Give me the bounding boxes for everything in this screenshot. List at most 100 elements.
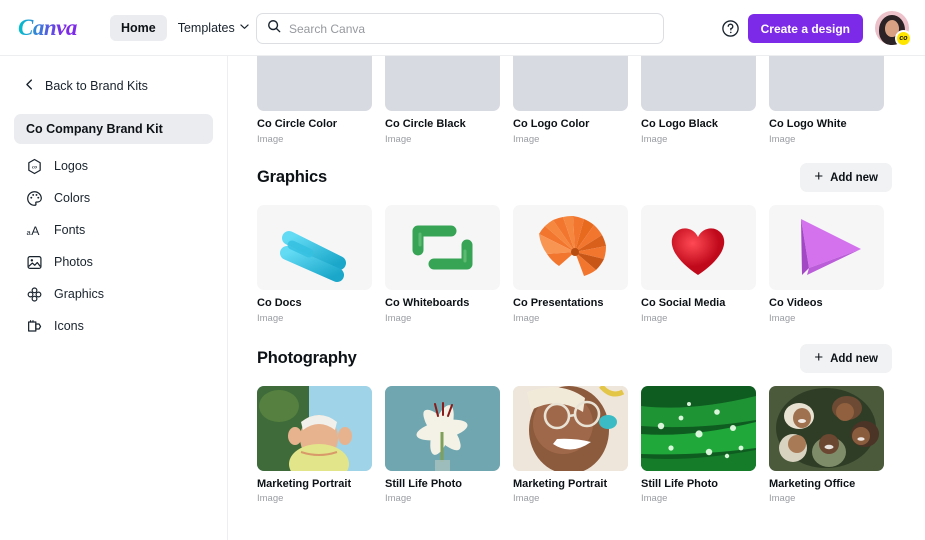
add-new-graphics-button[interactable]: + Add new <box>800 163 892 193</box>
asset-card[interactable]: Co Whiteboards Image <box>385 204 500 324</box>
canva-logo-text: Canva <box>18 14 77 40</box>
asset-card[interactable]: Co Docs Image <box>257 204 372 324</box>
asset-thumbnail <box>385 385 500 471</box>
logos-grid: co Co Circle Color Image co Co Circle Bl… <box>257 56 892 145</box>
asset-title: Co Videos <box>769 296 823 309</box>
sidebar-item-graphics[interactable]: Graphics <box>14 278 213 310</box>
asset-card[interactable]: Marketing Office Image <box>769 385 884 505</box>
asset-subtitle: Image <box>513 493 540 505</box>
sidebar-item-colors[interactable]: Colors <box>14 182 213 214</box>
sticker-icon <box>26 318 43 335</box>
photography-section-header: Photography + Add new <box>257 344 892 374</box>
nav-templates[interactable]: Templates <box>167 15 259 41</box>
group-photo <box>769 385 884 471</box>
asset-subtitle: Image <box>385 133 412 145</box>
asset-title: Co Social Media <box>641 296 726 309</box>
avatar[interactable]: co <box>875 11 912 47</box>
asset-thumbnail <box>257 385 372 471</box>
asset-subtitle: Image <box>641 493 668 505</box>
asset-card[interactable]: Co Videos Image <box>769 204 884 324</box>
search-placeholder: Search Canva <box>289 21 366 36</box>
nav-home[interactable]: Home <box>110 14 167 41</box>
chevron-down-icon <box>240 22 249 30</box>
asset-card[interactable]: Still Life Photo Image <box>641 385 756 505</box>
sidebar-item-fonts[interactable]: aA Fonts <box>14 214 213 246</box>
create-a-design-button[interactable]: Create a design <box>747 14 863 43</box>
sidebar-item-brand-kit[interactable]: Co Company Brand Kit <box>14 114 213 144</box>
asset-card[interactable]: Co Presentations Image <box>513 204 628 324</box>
asset-title: Co Presentations <box>513 296 604 309</box>
asset-card[interactable]: Co Social Media Image <box>641 204 756 324</box>
asset-thumbnail <box>769 204 884 290</box>
svg-text:co: co <box>32 164 37 170</box>
asset-thumbnail <box>257 204 372 290</box>
plus-icon: + <box>814 168 824 186</box>
asset-title: Co Logo White <box>769 118 847 130</box>
section-title: Graphics <box>257 168 327 187</box>
sidebar-item-logos[interactable]: co Logos <box>14 150 213 182</box>
asset-title: Marketing Portrait <box>257 477 352 490</box>
nav-home-label: Home <box>121 20 156 35</box>
sidebar: Back to Brand Kits Co Company Brand Kit … <box>0 56 228 540</box>
asset-subtitle: Image <box>257 133 284 145</box>
sidebar-item-photos-label: Photos <box>54 255 93 269</box>
sidebar-item-colors-label: Colors <box>54 191 91 205</box>
sidebar-item-photos[interactable]: Photos <box>14 246 213 278</box>
search-icon <box>267 19 281 38</box>
sidebar-item-icons-label: Icons <box>54 319 84 333</box>
asset-title: Still Life Photo <box>385 477 462 490</box>
asset-thumbnail: co <box>385 56 500 111</box>
graphics-grid: Co Docs Image Co Whiteboards Image Co Pr… <box>257 204 892 324</box>
asset-subtitle: Image <box>513 312 540 324</box>
asset-card[interactable]: Marketing Portrait Image <box>257 385 372 504</box>
sidebar-item-fonts-label: Fonts <box>54 223 86 237</box>
asset-title: Co Circle Color <box>257 118 338 130</box>
portrait-photo-1 <box>257 385 372 471</box>
social-media-heart-shape <box>671 228 725 275</box>
sidebar-item-logos-label: Logos <box>54 159 89 173</box>
photo-icon <box>26 254 43 271</box>
hexagon-logo-icon: co <box>26 158 43 175</box>
graphics-section-header: Graphics + Add new <box>257 163 892 193</box>
asset-thumbnail <box>385 204 500 290</box>
nav-templates-label: Templates <box>177 20 235 35</box>
asset-card[interactable]: co Co Logo White Image <box>769 56 884 145</box>
asset-card[interactable]: Marketing Portrait Image <box>513 385 628 505</box>
presentations-3d-shape <box>539 215 607 276</box>
asset-thumbnail <box>513 385 628 471</box>
asset-thumbnail <box>769 385 884 471</box>
asset-card[interactable]: Still Life Photo Image <box>385 385 500 505</box>
asset-subtitle: Image <box>385 312 412 324</box>
font-size-icon: aA <box>26 222 43 239</box>
sidebar-item-icons[interactable]: Icons <box>14 310 213 342</box>
asset-thumbnail: co <box>769 56 884 111</box>
app-header: Canva Home Templates Search Canva Create… <box>0 0 925 56</box>
photography-grid: Marketing Portrait Image Still Life Phot… <box>257 385 892 505</box>
asset-card[interactable]: co Co Logo Black Image <box>641 56 756 145</box>
asset-subtitle: Image <box>769 493 796 505</box>
asset-thumbnail: co <box>257 56 372 111</box>
canva-logo[interactable]: Canva <box>0 15 110 41</box>
search-input[interactable]: Search Canva <box>256 13 664 44</box>
asset-thumbnail <box>641 385 756 471</box>
portrait-photo-2 <box>513 385 628 471</box>
help-icon[interactable] <box>719 17 741 39</box>
asset-card[interactable]: co Co Circle Black Image <box>385 56 500 145</box>
back-to-brand-kits-button[interactable]: Back to Brand Kits <box>0 72 227 100</box>
asset-title: Marketing Office <box>769 477 856 490</box>
asset-subtitle: Image <box>513 133 540 145</box>
asset-card[interactable]: co Co Circle Color Image <box>257 56 372 145</box>
add-new-label: Add new <box>830 352 878 365</box>
asset-subtitle: Image <box>385 493 412 505</box>
add-new-photography-button[interactable]: + Add new <box>800 344 892 373</box>
content-area: co Co Circle Color Image co Co Circle Bl… <box>228 56 925 540</box>
chevron-left-icon <box>24 77 35 95</box>
asset-thumbnail <box>513 204 628 290</box>
asset-subtitle: Image <box>641 312 668 324</box>
asset-subtitle: Image <box>769 312 796 324</box>
asset-subtitle: Image <box>257 312 284 324</box>
asset-title: Still Life Photo <box>641 477 718 490</box>
still-life-photo-1 <box>385 385 500 471</box>
asset-card[interactable]: co Co Logo Color Image <box>513 56 628 145</box>
flower-graphic-icon <box>26 286 43 303</box>
